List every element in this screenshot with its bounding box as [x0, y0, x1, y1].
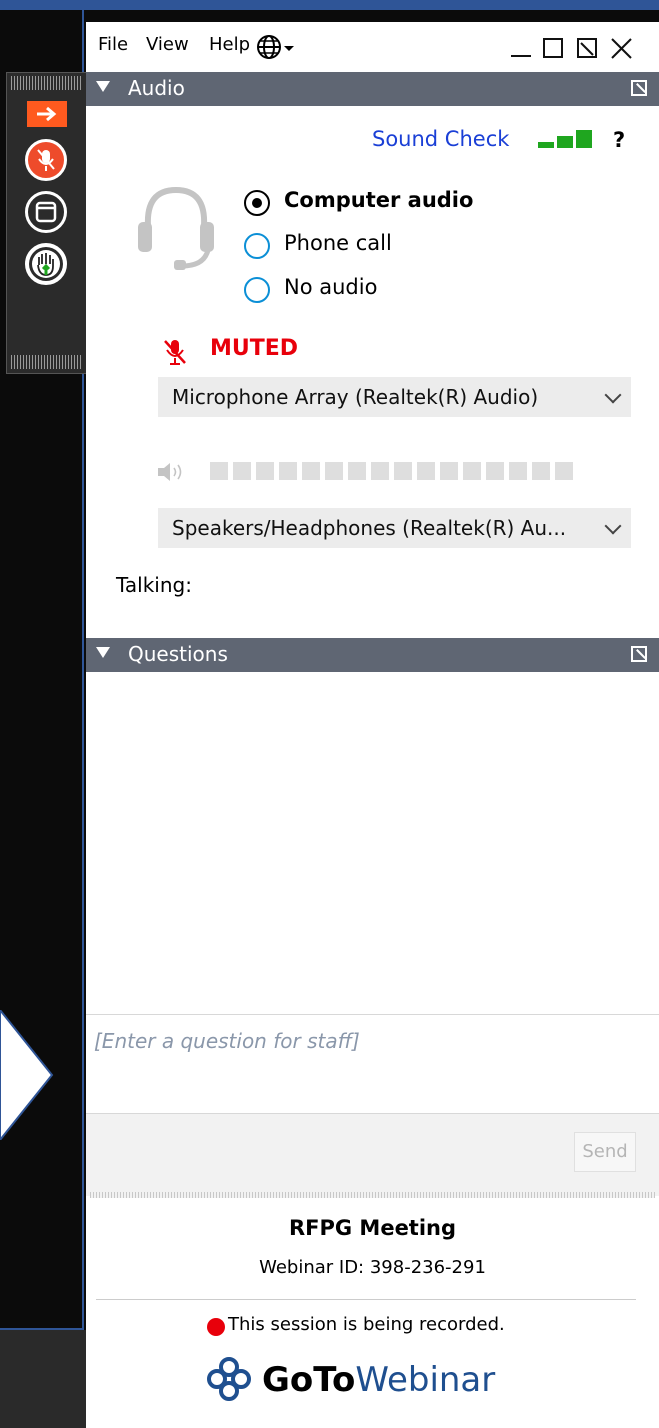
chevron-down-icon — [604, 386, 622, 404]
speaker-select-value: Speakers/Headphones (Realtek(R) Au... — [172, 516, 567, 540]
send-button[interactable]: Send — [574, 1132, 636, 1172]
recording-notice: This session is being recorded. — [228, 1314, 505, 1335]
audio-panel-title: Audio — [128, 76, 185, 100]
questions-panel-header[interactable]: Questions — [86, 638, 659, 672]
webinar-id: Webinar ID: 398-236-291 — [259, 1257, 486, 1278]
level-segment — [440, 462, 458, 480]
audio-panel-header[interactable]: Audio — [86, 72, 659, 106]
level-segment — [486, 462, 504, 480]
signal-bars-icon — [538, 130, 592, 148]
option-no-audio[interactable]: No audio — [284, 275, 377, 299]
level-segment — [555, 462, 573, 480]
popout-icon[interactable] — [576, 36, 598, 60]
close-icon[interactable] — [610, 36, 634, 60]
muted-status: MUTED — [210, 336, 299, 361]
recording-dot-icon — [207, 1318, 225, 1336]
brand-light: Webinar — [355, 1360, 496, 1400]
level-segment — [325, 462, 343, 480]
mute-toggle-button[interactable] — [25, 139, 67, 181]
option-computer-audio[interactable]: Computer audio — [284, 188, 473, 212]
level-segment — [371, 462, 389, 480]
resize-handle[interactable] — [90, 1192, 655, 1198]
gotowebinar-logo-icon — [207, 1357, 251, 1401]
level-segment — [256, 462, 274, 480]
speaker-select[interactable]: Speakers/Headphones (Realtek(R) Au... — [158, 508, 631, 548]
menu-file[interactable]: File — [98, 34, 128, 55]
level-segment — [279, 462, 297, 480]
level-segment — [417, 462, 435, 480]
desktop-top-band — [0, 0, 659, 10]
menu-view[interactable]: View — [146, 34, 189, 55]
control-sidebar — [6, 72, 88, 374]
collapse-triangle-icon[interactable] — [96, 647, 110, 658]
meeting-name: RFPG Meeting — [288, 1216, 457, 1240]
audio-help-button[interactable]: ? — [613, 128, 625, 152]
radio-computer-audio[interactable] — [244, 190, 270, 216]
sidebar-grip-bottom[interactable] — [11, 355, 83, 369]
question-input[interactable]: [Enter a question for staff] — [94, 1029, 360, 1053]
raise-hand-button[interactable] — [25, 243, 67, 285]
microphone-off-icon[interactable] — [162, 338, 188, 366]
radio-no-audio[interactable] — [244, 277, 270, 303]
raise-hand-icon — [29, 247, 63, 281]
level-segment — [302, 462, 320, 480]
level-segment — [532, 462, 550, 480]
arrow-right-icon — [37, 106, 57, 122]
level-segment — [348, 462, 366, 480]
audio-popout-icon[interactable] — [631, 80, 647, 96]
show-window-button[interactable] — [25, 191, 67, 233]
divider — [86, 1014, 659, 1015]
minimize-icon[interactable] — [510, 36, 532, 60]
level-segment — [233, 462, 251, 480]
divider — [96, 1299, 636, 1300]
headset-icon — [138, 186, 214, 270]
window-icon — [35, 201, 57, 223]
questions-panel-title: Questions — [128, 642, 228, 666]
microphone-select-value: Microphone Array (Realtek(R) Audio) — [172, 385, 539, 409]
expand-panel-button[interactable] — [27, 101, 67, 127]
sidebar-grip-top[interactable] — [11, 76, 83, 90]
callout-arrow-left — [0, 1010, 54, 1140]
talking-label: Talking: — [116, 573, 192, 597]
level-segment — [210, 462, 228, 480]
gotowebinar-control-panel: File View Help Audio Sound Check ? Compu… — [86, 22, 659, 1428]
collapse-triangle-icon[interactable] — [96, 81, 110, 92]
brand-bold: GoTo — [262, 1360, 356, 1400]
menu-bar: File View Help — [86, 22, 659, 72]
option-phone-call[interactable]: Phone call — [284, 231, 392, 255]
questions-popout-icon[interactable] — [631, 646, 647, 662]
menu-help[interactable]: Help — [209, 34, 250, 55]
level-segment — [509, 462, 527, 480]
sound-check-link[interactable]: Sound Check — [372, 127, 509, 151]
level-segment — [463, 462, 481, 480]
radio-phone-call[interactable] — [244, 233, 270, 259]
globe-icon[interactable] — [256, 34, 296, 60]
desktop-bottom-corner — [0, 1330, 86, 1428]
speaker-icon — [158, 463, 182, 481]
microphone-muted-icon — [37, 149, 55, 171]
brand-wordmark: GoToWebinar — [262, 1360, 495, 1400]
microphone-select[interactable]: Microphone Array (Realtek(R) Audio) — [158, 377, 631, 417]
level-segment — [394, 462, 412, 480]
chevron-down-icon — [604, 517, 622, 535]
maximize-icon[interactable] — [542, 36, 564, 60]
